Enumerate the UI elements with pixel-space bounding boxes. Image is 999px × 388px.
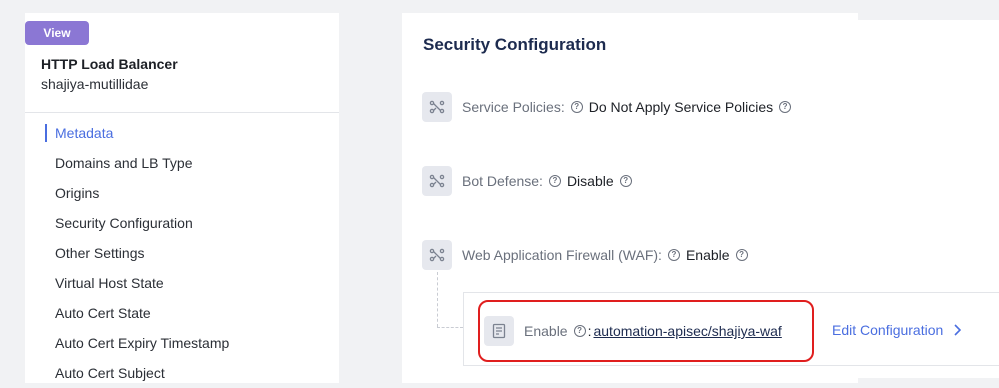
help-icon[interactable]: ? <box>570 101 583 113</box>
nav-item-virtual-host-state[interactable]: Virtual Host State <box>25 268 339 298</box>
branch-icon <box>422 240 452 270</box>
bot-defense-label: Bot Defense: <box>462 173 543 189</box>
waf-row: Web Application Firewall (WAF): ? Enable… <box>422 240 748 270</box>
service-policies-label: Service Policies: <box>462 99 565 115</box>
nav-item-security-configuration[interactable]: Security Configuration <box>25 208 339 238</box>
nav-item-auto-cert-subject[interactable]: Auto Cert Subject <box>25 358 339 388</box>
help-icon[interactable]: ? <box>619 175 632 187</box>
nav-item-metadata[interactable]: Metadata <box>25 118 339 148</box>
tree-connector <box>437 327 463 328</box>
nav-item-domains-and-lb-type[interactable]: Domains and LB Type <box>25 148 339 178</box>
help-icon[interactable]: ? <box>779 101 792 113</box>
help-icon[interactable]: ? <box>735 249 748 261</box>
nav-item-other-settings[interactable]: Other Settings <box>25 238 339 268</box>
help-icon[interactable]: ? <box>573 325 586 337</box>
nav-item-auto-cert-state[interactable]: Auto Cert State <box>25 298 339 328</box>
waf-label: Web Application Firewall (WAF): <box>462 247 662 263</box>
waf-policy-link[interactable]: automation-apisec/shajiya-waf <box>593 323 781 339</box>
branch-icon <box>422 166 452 196</box>
chevron-right-icon <box>954 324 962 336</box>
waf-policy-label: Enable <box>524 323 568 339</box>
help-icon[interactable]: ? <box>548 175 561 187</box>
left-panel: View HTTP Load Balancer shajiya-mutillid… <box>25 13 339 383</box>
colon-separator: : <box>587 323 592 339</box>
section-title: Security Configuration <box>423 35 607 54</box>
section-nav: Metadata Domains and LB Type Origins Sec… <box>25 118 339 388</box>
help-icon[interactable]: ? <box>667 249 680 261</box>
tree-connector <box>437 272 438 327</box>
nav-item-origins[interactable]: Origins <box>25 178 339 208</box>
edit-configuration-button[interactable]: Edit Configuration <box>832 322 962 338</box>
view-badge: View <box>25 21 89 45</box>
resource-type: HTTP Load Balancer <box>41 56 178 72</box>
bot-defense-row: Bot Defense: ? Disable ? <box>422 166 632 196</box>
service-policies-value: Do Not Apply Service Policies <box>588 99 774 115</box>
nav-item-auto-cert-expiry-timestamp[interactable]: Auto Cert Expiry Timestamp <box>25 328 339 358</box>
header-divider <box>25 112 339 113</box>
edit-configuration-label: Edit Configuration <box>832 322 944 338</box>
waf-value: Enable <box>685 247 730 263</box>
service-policies-row: Service Policies: ? Do Not Apply Service… <box>422 92 792 122</box>
waf-policy-row: Enable ? : automation-apisec/shajiya-waf <box>484 316 782 346</box>
document-icon <box>484 316 514 346</box>
branch-icon <box>422 92 452 122</box>
resource-name: shajiya-mutillidae <box>41 76 149 92</box>
bot-defense-value: Disable <box>566 173 614 189</box>
